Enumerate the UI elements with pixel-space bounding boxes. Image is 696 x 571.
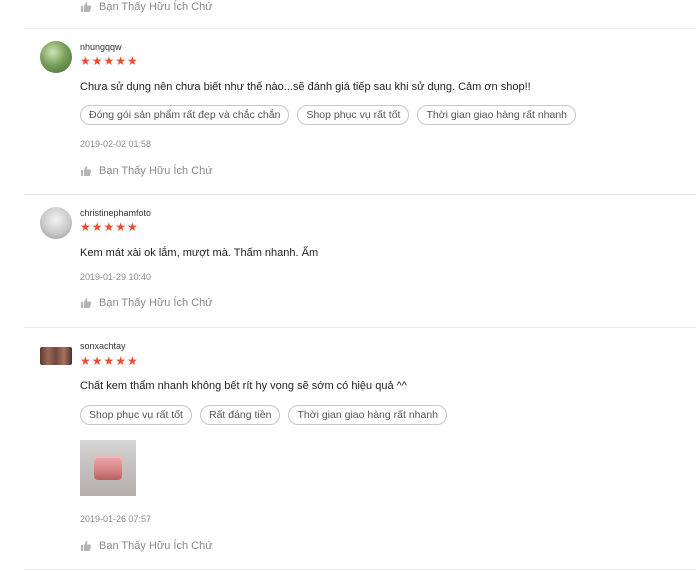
thumbs-up-icon: [80, 540, 92, 552]
helpful-label: Bạn Thấy Hữu Ích Chứ: [99, 540, 213, 552]
review-timestamp: 2019-01-29 10:40: [80, 272, 152, 282]
review-list: Bạn Thấy Hữu Ích Chứ nhungqqw ★★★★★ Chưa…: [0, 0, 696, 571]
thumbs-up-icon: [80, 297, 92, 309]
review-item: christinephamfoto ★★★★★ Kem mát xài ok l…: [24, 195, 696, 326]
thumbs-up-icon: [80, 1, 92, 13]
review-comment: Kem mát xài ok lắm, mượt mà. Thấm nhanh.…: [80, 247, 319, 259]
thumbs-up-icon: [80, 165, 92, 177]
jar: [94, 458, 122, 480]
review-item: nhungqqw ★★★★★ Chưa sử dụng nên chưa biế…: [24, 29, 696, 194]
rating-stars: ★★★★★: [80, 220, 139, 234]
review-tag: Shop phục vụ rất tốt: [80, 405, 192, 425]
helpful-label: Bạn Thấy Hữu Ích Chứ: [99, 165, 213, 177]
rating-stars: ★★★★★: [80, 354, 139, 368]
reviewer-username[interactable]: nhungqqw: [80, 42, 122, 52]
review-comment: Chưa sử dụng nên chưa biết như thế nào..…: [80, 81, 531, 93]
review-tag: Thời gian giao hàng rất nhanh: [417, 105, 577, 125]
avatar[interactable]: [40, 41, 72, 73]
review-tags: Shop phục vụ rất tốt Rất đáng tiền Thời …: [80, 405, 448, 425]
reviewer-username[interactable]: sonxachtay: [80, 341, 126, 351]
divider: [24, 569, 696, 570]
helpful-button[interactable]: Bạn Thấy Hữu Ích Chứ: [80, 297, 213, 309]
avatar[interactable]: [40, 207, 72, 239]
helpful-button[interactable]: Bạn Thấy Hữu Ích Chứ: [80, 0, 213, 14]
review-item: sonxachtay ★★★★★ Chất kem thẩm nhanh khô…: [24, 328, 696, 571]
review-tags: Đóng gói sản phẩm rất đẹp và chắc chắn S…: [80, 105, 577, 125]
helpful-label: Bạn Thấy Hữu Ích Chứ: [99, 1, 213, 13]
helpful-button[interactable]: Bạn Thấy Hữu Ích Chứ: [80, 540, 213, 552]
reviewer-username[interactable]: christinephamfoto: [80, 208, 151, 218]
helpful-label: Bạn Thấy Hữu Ích Chứ: [99, 297, 213, 309]
review-photo[interactable]: [80, 440, 136, 496]
avatar[interactable]: [40, 347, 72, 365]
review-tag: Rất đáng tiền: [199, 405, 281, 425]
review-tag: Thời gian giao hàng rất nhanh: [288, 405, 448, 425]
review-timestamp: 2019-01-26 07:57: [80, 514, 152, 524]
review-tag: Đóng gói sản phẩm rất đẹp và chắc chắn: [80, 105, 290, 125]
review-comment: Chất kem thẩm nhanh không bết rít hy vọn…: [80, 380, 407, 392]
rating-stars: ★★★★★: [80, 54, 139, 68]
helpful-button[interactable]: Bạn Thấy Hữu Ích Chứ: [80, 165, 213, 177]
review-timestamp: 2019-02-02 01:58: [80, 139, 152, 149]
review-tag: Shop phục vụ rất tốt: [297, 105, 410, 125]
